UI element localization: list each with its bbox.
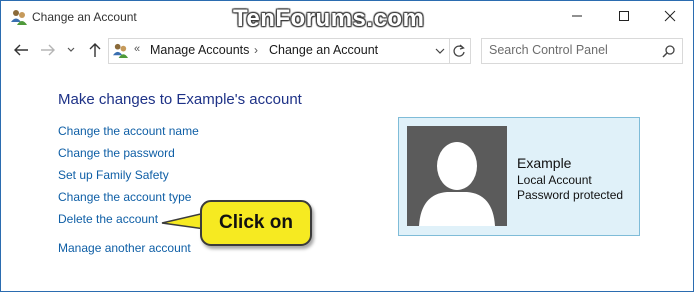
address-bar[interactable]: « Manage Accounts › Change an Account: [108, 38, 450, 64]
user-accounts-icon: [112, 42, 129, 59]
back-arrow-icon: [14, 44, 28, 56]
refresh-icon: [453, 44, 465, 57]
back-button[interactable]: [11, 40, 31, 60]
account-type: Local Account: [517, 173, 592, 187]
account-name: Example: [517, 155, 572, 171]
delete-account-link[interactable]: Delete the account: [58, 212, 158, 226]
chevron-down-icon: [435, 48, 445, 54]
address-overflow-chevron[interactable]: «: [134, 43, 140, 55]
search-icon[interactable]: [662, 44, 676, 58]
up-arrow-icon: [89, 43, 101, 57]
breadcrumb-change-an-account[interactable]: Change an Account: [269, 43, 378, 57]
breadcrumb-separator[interactable]: ›: [254, 43, 258, 57]
change-account-name-link[interactable]: Change the account name: [58, 124, 199, 138]
breadcrumb-manage-accounts[interactable]: Manage Accounts: [150, 43, 249, 57]
close-icon: [664, 10, 676, 22]
callout-pointer: [161, 212, 205, 230]
chevron-down-icon: [67, 47, 75, 52]
refresh-button[interactable]: [448, 38, 471, 64]
callout-annotation: Click on: [200, 200, 312, 246]
close-button[interactable]: [647, 1, 693, 31]
watermark: TenForums.com: [233, 5, 425, 32]
recent-locations-button[interactable]: [64, 40, 78, 60]
forward-button[interactable]: [38, 40, 58, 60]
search-placeholder: Search Control Panel: [489, 43, 608, 57]
forward-arrow-icon: [41, 44, 55, 56]
user-avatar-icon: [407, 126, 507, 226]
search-box[interactable]: Search Control Panel: [481, 38, 683, 64]
maximize-button[interactable]: [601, 1, 647, 31]
password-status: Password protected: [517, 188, 624, 202]
change-account-type-link[interactable]: Change the account type: [58, 190, 191, 204]
window: Change an Account TenForums.com « Manage…: [0, 0, 694, 292]
account-card: Example Local Account Password protected: [398, 117, 640, 236]
manage-another-account-link[interactable]: Manage another account: [58, 241, 191, 255]
family-safety-link[interactable]: Set up Family Safety: [58, 168, 169, 182]
change-password-link[interactable]: Change the password: [58, 146, 175, 160]
maximize-icon: [619, 11, 629, 21]
minimize-icon: [572, 15, 582, 17]
up-button[interactable]: [85, 40, 105, 60]
minimize-button[interactable]: [554, 1, 600, 31]
user-accounts-icon: [10, 8, 28, 26]
page-heading: Make changes to Example's account: [58, 91, 302, 108]
navigation-bar: « Manage Accounts › Change an Account Se…: [1, 33, 693, 67]
title-bar[interactable]: Change an Account TenForums.com: [1, 1, 693, 33]
address-dropdown-button[interactable]: [434, 44, 446, 56]
window-title: Change an Account: [32, 10, 137, 24]
